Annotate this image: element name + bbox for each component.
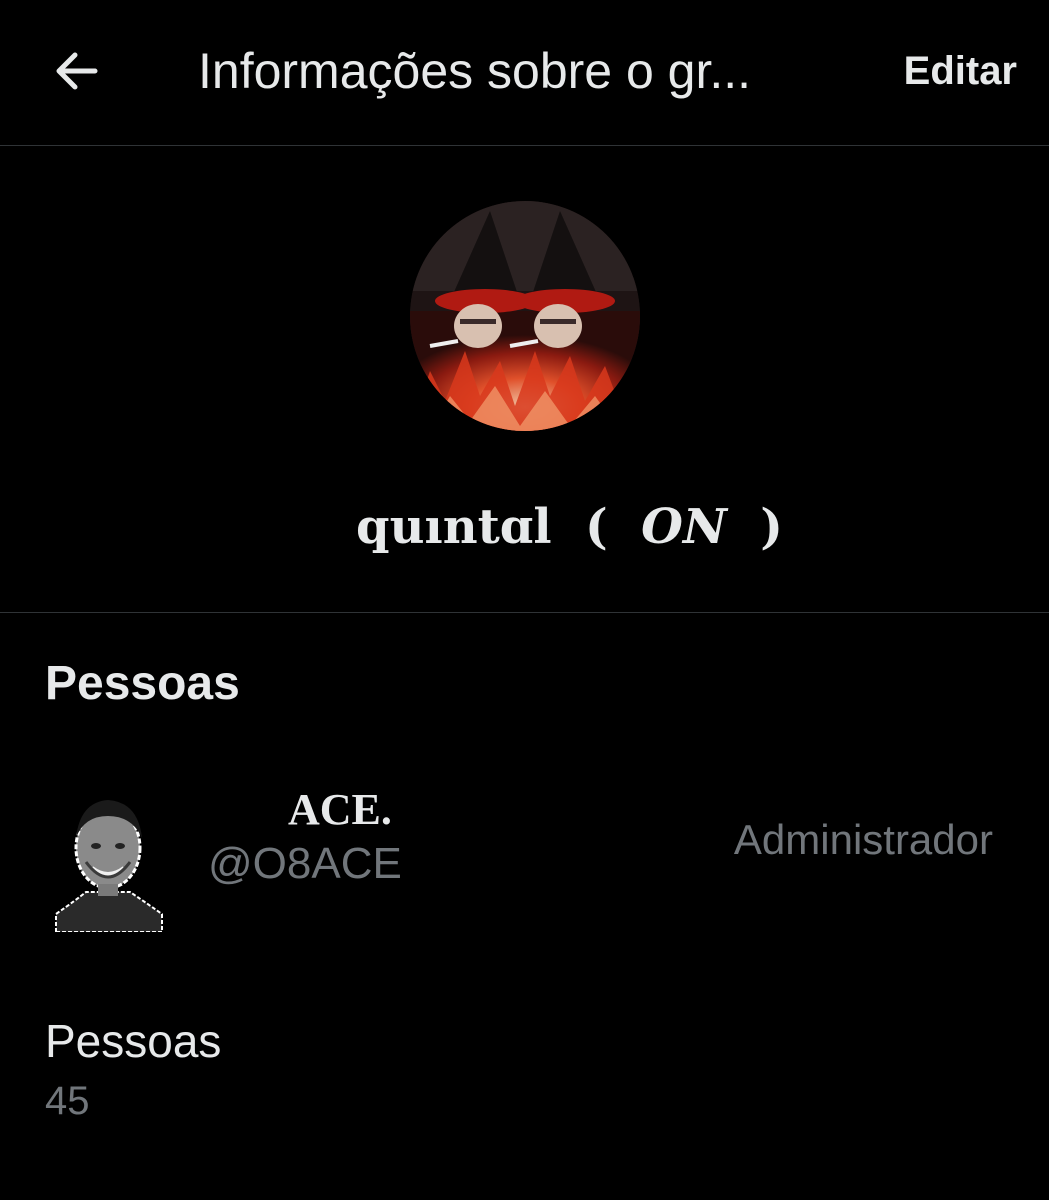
group-avatar-image	[410, 201, 640, 431]
top-bar: Informações sobre o gr... Editar	[0, 0, 1049, 146]
group-name-paren-close: )	[760, 499, 783, 555]
page-title: Informações sobre o gr...	[198, 43, 752, 99]
group-name: quıntɑl ( ON )	[0, 487, 1049, 567]
group-name-paren-open: (	[585, 499, 608, 555]
people-count-value: 45	[45, 1079, 90, 1123]
member-avatar-image	[55, 800, 163, 933]
member-handle: @O8ACE	[208, 839, 402, 888]
member-role: Administrador	[733, 816, 993, 863]
group-avatar[interactable]	[410, 201, 640, 431]
people-count-label[interactable]: Pessoas	[45, 1012, 221, 1070]
back-button[interactable]	[44, 38, 110, 104]
avatar[interactable]	[46, 788, 170, 933]
member-name: ACE.	[288, 785, 392, 834]
group-name-text: quıntɑl	[356, 499, 552, 555]
group-info-screen: Informações sobre o gr... Editar quıntɑl…	[0, 0, 1049, 1200]
member-row[interactable]: ACE. @O8ACE Administrador	[0, 770, 1049, 950]
edit-button[interactable]: Editar	[904, 40, 1017, 102]
people-section-title: Pessoas	[45, 657, 240, 710]
group-name-status: ON	[641, 499, 727, 555]
group-details: quıntɑl ( ON )	[0, 147, 1049, 613]
arrow-left-icon	[56, 52, 98, 90]
